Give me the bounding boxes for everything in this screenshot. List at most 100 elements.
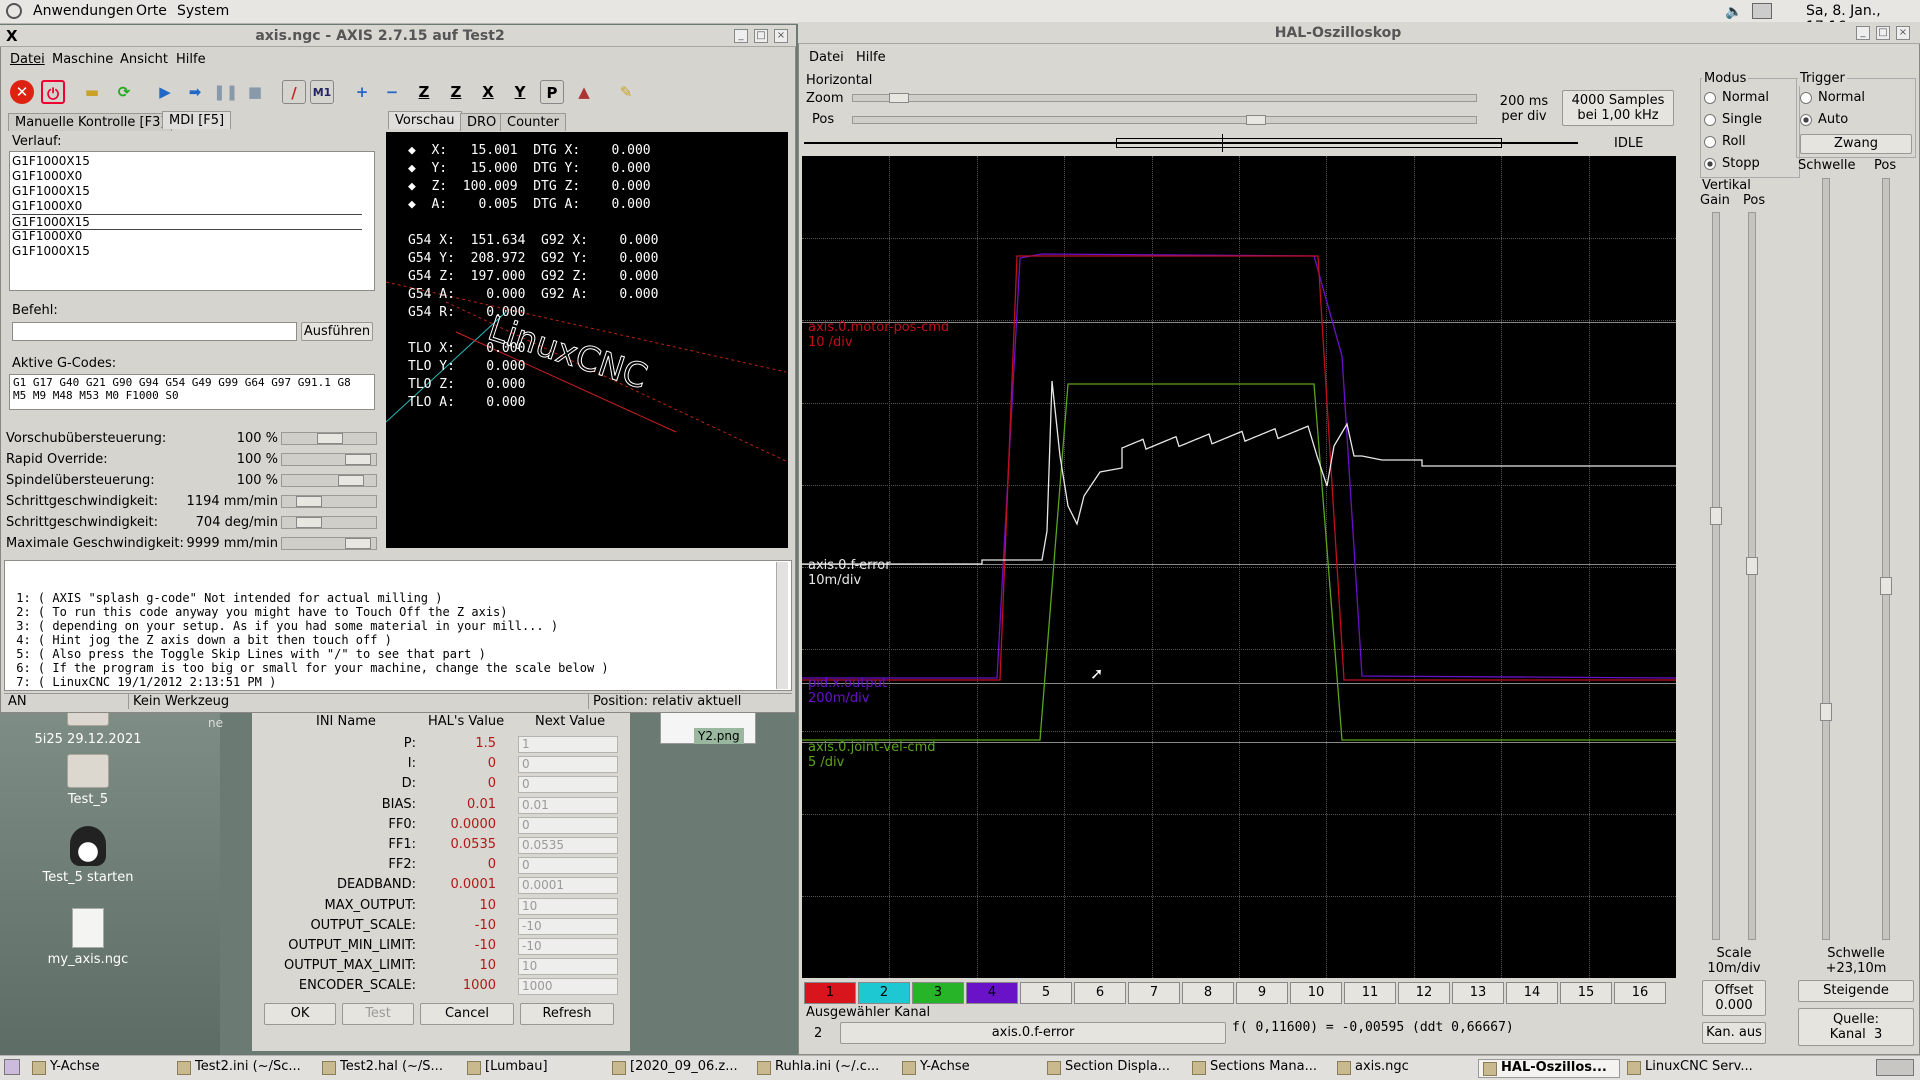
taskbar-item[interactable]: [Lumbau] xyxy=(463,1059,605,1078)
axis-menu-hilfe[interactable]: Hilfe xyxy=(176,52,206,67)
gcode-line[interactable]: 8: #<depth>=2.0 xyxy=(9,689,787,690)
menu-anwendungen[interactable]: Anwendungen xyxy=(33,3,133,19)
override-slider-thumb[interactable] xyxy=(317,433,343,444)
execute-button[interactable]: Ausführen xyxy=(301,322,373,341)
channel-button-2[interactable]: 2 xyxy=(858,982,910,1004)
pid-param-next[interactable]: 0 xyxy=(518,776,618,794)
view-y-icon[interactable]: Y xyxy=(508,80,532,104)
pid-param-next[interactable]: 10 xyxy=(518,958,618,976)
volume-icon[interactable]: 🔈 xyxy=(1725,4,1742,20)
power-icon[interactable]: ⏻ xyxy=(41,80,65,104)
pid-refresh-button[interactable]: Refresh xyxy=(520,1003,614,1025)
channel-button-12[interactable]: 12 xyxy=(1398,982,1450,1004)
trigger-source-button[interactable]: Quelle: Kanal 3 xyxy=(1798,1008,1914,1046)
taskbar-item[interactable]: Section Displa... xyxy=(1043,1059,1185,1078)
trigger-pos-slider-thumb[interactable] xyxy=(1880,577,1892,595)
pid-param-next[interactable]: 1000 xyxy=(518,978,618,996)
channel-button-7[interactable]: 7 xyxy=(1128,982,1180,1004)
skip-lines-icon[interactable]: / xyxy=(282,80,306,104)
pid-param-next[interactable]: 0 xyxy=(518,816,618,834)
trigger-option-auto[interactable]: Auto xyxy=(1800,112,1848,127)
taskbar-item[interactable]: axis.ngc xyxy=(1333,1059,1475,1078)
pid-param-next[interactable]: 0 xyxy=(518,756,618,774)
channel-button-13[interactable]: 13 xyxy=(1452,982,1504,1004)
vpos-slider-thumb[interactable] xyxy=(1746,557,1758,575)
record-position-bar[interactable] xyxy=(804,134,1578,152)
gcode-scrollbar[interactable] xyxy=(776,562,788,689)
override-slider-thumb[interactable] xyxy=(296,496,322,507)
pid-param-next[interactable]: -10 xyxy=(518,938,618,955)
tab-counter[interactable]: Counter xyxy=(500,113,566,131)
gain-slider-thumb[interactable] xyxy=(1710,507,1722,525)
run-icon[interactable]: ▶ xyxy=(153,80,177,104)
reload-icon[interactable]: ⟳ xyxy=(112,80,136,104)
pid-ok-button[interactable]: OK xyxy=(264,1003,336,1025)
trigger-pos-slider[interactable] xyxy=(1880,178,1892,940)
pid-param-next[interactable]: 1 xyxy=(518,736,618,753)
history-item[interactable]: G1F1000X15 xyxy=(12,214,362,230)
zoom-slider[interactable] xyxy=(852,93,1477,103)
taskbar-item[interactable]: Test2.hal (~/S... xyxy=(318,1059,460,1078)
scope-menu-datei[interactable]: Datei xyxy=(809,50,844,65)
taskbar-item[interactable]: Ruhla.ini (~/.c... xyxy=(753,1059,895,1078)
toggle-tool-icon[interactable]: ▲ xyxy=(572,80,596,104)
gcode-listing[interactable]: 1: ( AXIS "splash g-code" Not intended f… xyxy=(4,560,792,691)
vpos-slider[interactable] xyxy=(1746,212,1758,940)
step-icon[interactable]: ➡ xyxy=(183,80,207,104)
menu-system[interactable]: System xyxy=(177,3,229,19)
stop-icon[interactable]: ■ xyxy=(243,80,267,104)
pause-icon[interactable]: ❚❚ xyxy=(213,80,238,104)
channel-button-8[interactable]: 8 xyxy=(1182,982,1234,1004)
override-slider[interactable] xyxy=(281,474,377,487)
maximize-button[interactable]: □ xyxy=(754,29,768,43)
gcode-line[interactable]: 4: ( Hint jog the Z axis down a bit then… xyxy=(9,633,787,647)
channel-button-3[interactable]: 3 xyxy=(912,982,964,1004)
taskbar-item[interactable]: LinuxCNC Serv... xyxy=(1623,1059,1765,1078)
zoom-in-icon[interactable]: + xyxy=(350,80,374,104)
pid-param-next[interactable]: 0.0001 xyxy=(518,877,618,895)
maximize-button[interactable]: □ xyxy=(1876,26,1890,40)
gain-slider[interactable] xyxy=(1710,212,1722,940)
channel-button-10[interactable]: 10 xyxy=(1290,982,1342,1004)
taskbar-item[interactable]: HAL-Oszillos... xyxy=(1478,1059,1620,1078)
pid-cancel-button[interactable]: Cancel xyxy=(420,1003,514,1025)
pos-slider[interactable] xyxy=(852,115,1477,125)
modus-option-normal[interactable]: Normal xyxy=(1704,90,1769,105)
view-p-icon[interactable]: P xyxy=(540,80,564,104)
taskbar-item[interactable]: [2020_09_06.z... xyxy=(608,1059,750,1078)
gcode-line[interactable]: 2: ( To run this code anyway you might h… xyxy=(9,605,787,619)
scope-display[interactable]: axis.0.motor-pos-cmd 10 /div axis.0.f-er… xyxy=(802,156,1676,978)
override-slider[interactable] xyxy=(281,453,377,466)
gcode-line[interactable]: 3: ( depending on your setup. As if you … xyxy=(9,619,787,633)
view-z2-icon[interactable]: Z xyxy=(444,80,468,104)
edge-button[interactable]: Steigende xyxy=(1798,980,1914,1002)
clear-plot-icon[interactable]: ✎ xyxy=(614,80,638,104)
channel-button-6[interactable]: 6 xyxy=(1074,982,1126,1004)
history-item[interactable]: G1F1000X15 xyxy=(12,154,362,168)
trigger-option-normal[interactable]: Normal xyxy=(1800,90,1865,105)
tab-vorschau[interactable]: Vorschau xyxy=(388,111,462,129)
zoom-out-icon[interactable]: − xyxy=(380,80,404,104)
tab-mdi[interactable]: MDI [F5] xyxy=(162,111,232,129)
view-x-icon[interactable]: X xyxy=(476,80,500,104)
gcode-line[interactable]: 5: ( Also press the Toggle Skip Lines wi… xyxy=(9,647,787,661)
taskbar-item[interactable]: Sections Mana... xyxy=(1188,1059,1330,1078)
radio-icon[interactable] xyxy=(1800,113,1812,126)
taskbar-item[interactable]: Y-Achse xyxy=(898,1059,1040,1078)
channel-button-14[interactable]: 14 xyxy=(1506,982,1558,1004)
override-slider[interactable] xyxy=(281,537,377,550)
desktop-icon-my-axis[interactable]: my_axis.ngc xyxy=(18,908,158,967)
command-input[interactable] xyxy=(12,322,297,341)
pid-param-next[interactable]: 10 xyxy=(518,897,618,915)
radio-icon[interactable] xyxy=(1704,135,1716,148)
offset-button[interactable]: Offset 0.000 xyxy=(1702,980,1766,1016)
minimize-button[interactable]: _ xyxy=(734,29,748,43)
history-item[interactable]: G1F1000X15 xyxy=(12,244,362,258)
channel-button-15[interactable]: 15 xyxy=(1560,982,1612,1004)
pid-param-next[interactable]: 0 xyxy=(518,857,618,875)
modus-option-single[interactable]: Single xyxy=(1704,112,1762,127)
close-button[interactable]: × xyxy=(1896,26,1910,40)
pid-param-next[interactable]: 0.0535 xyxy=(518,837,618,854)
override-slider-thumb[interactable] xyxy=(338,475,364,486)
desktop-icon-test5-start[interactable]: Test_5 starten xyxy=(18,826,158,885)
